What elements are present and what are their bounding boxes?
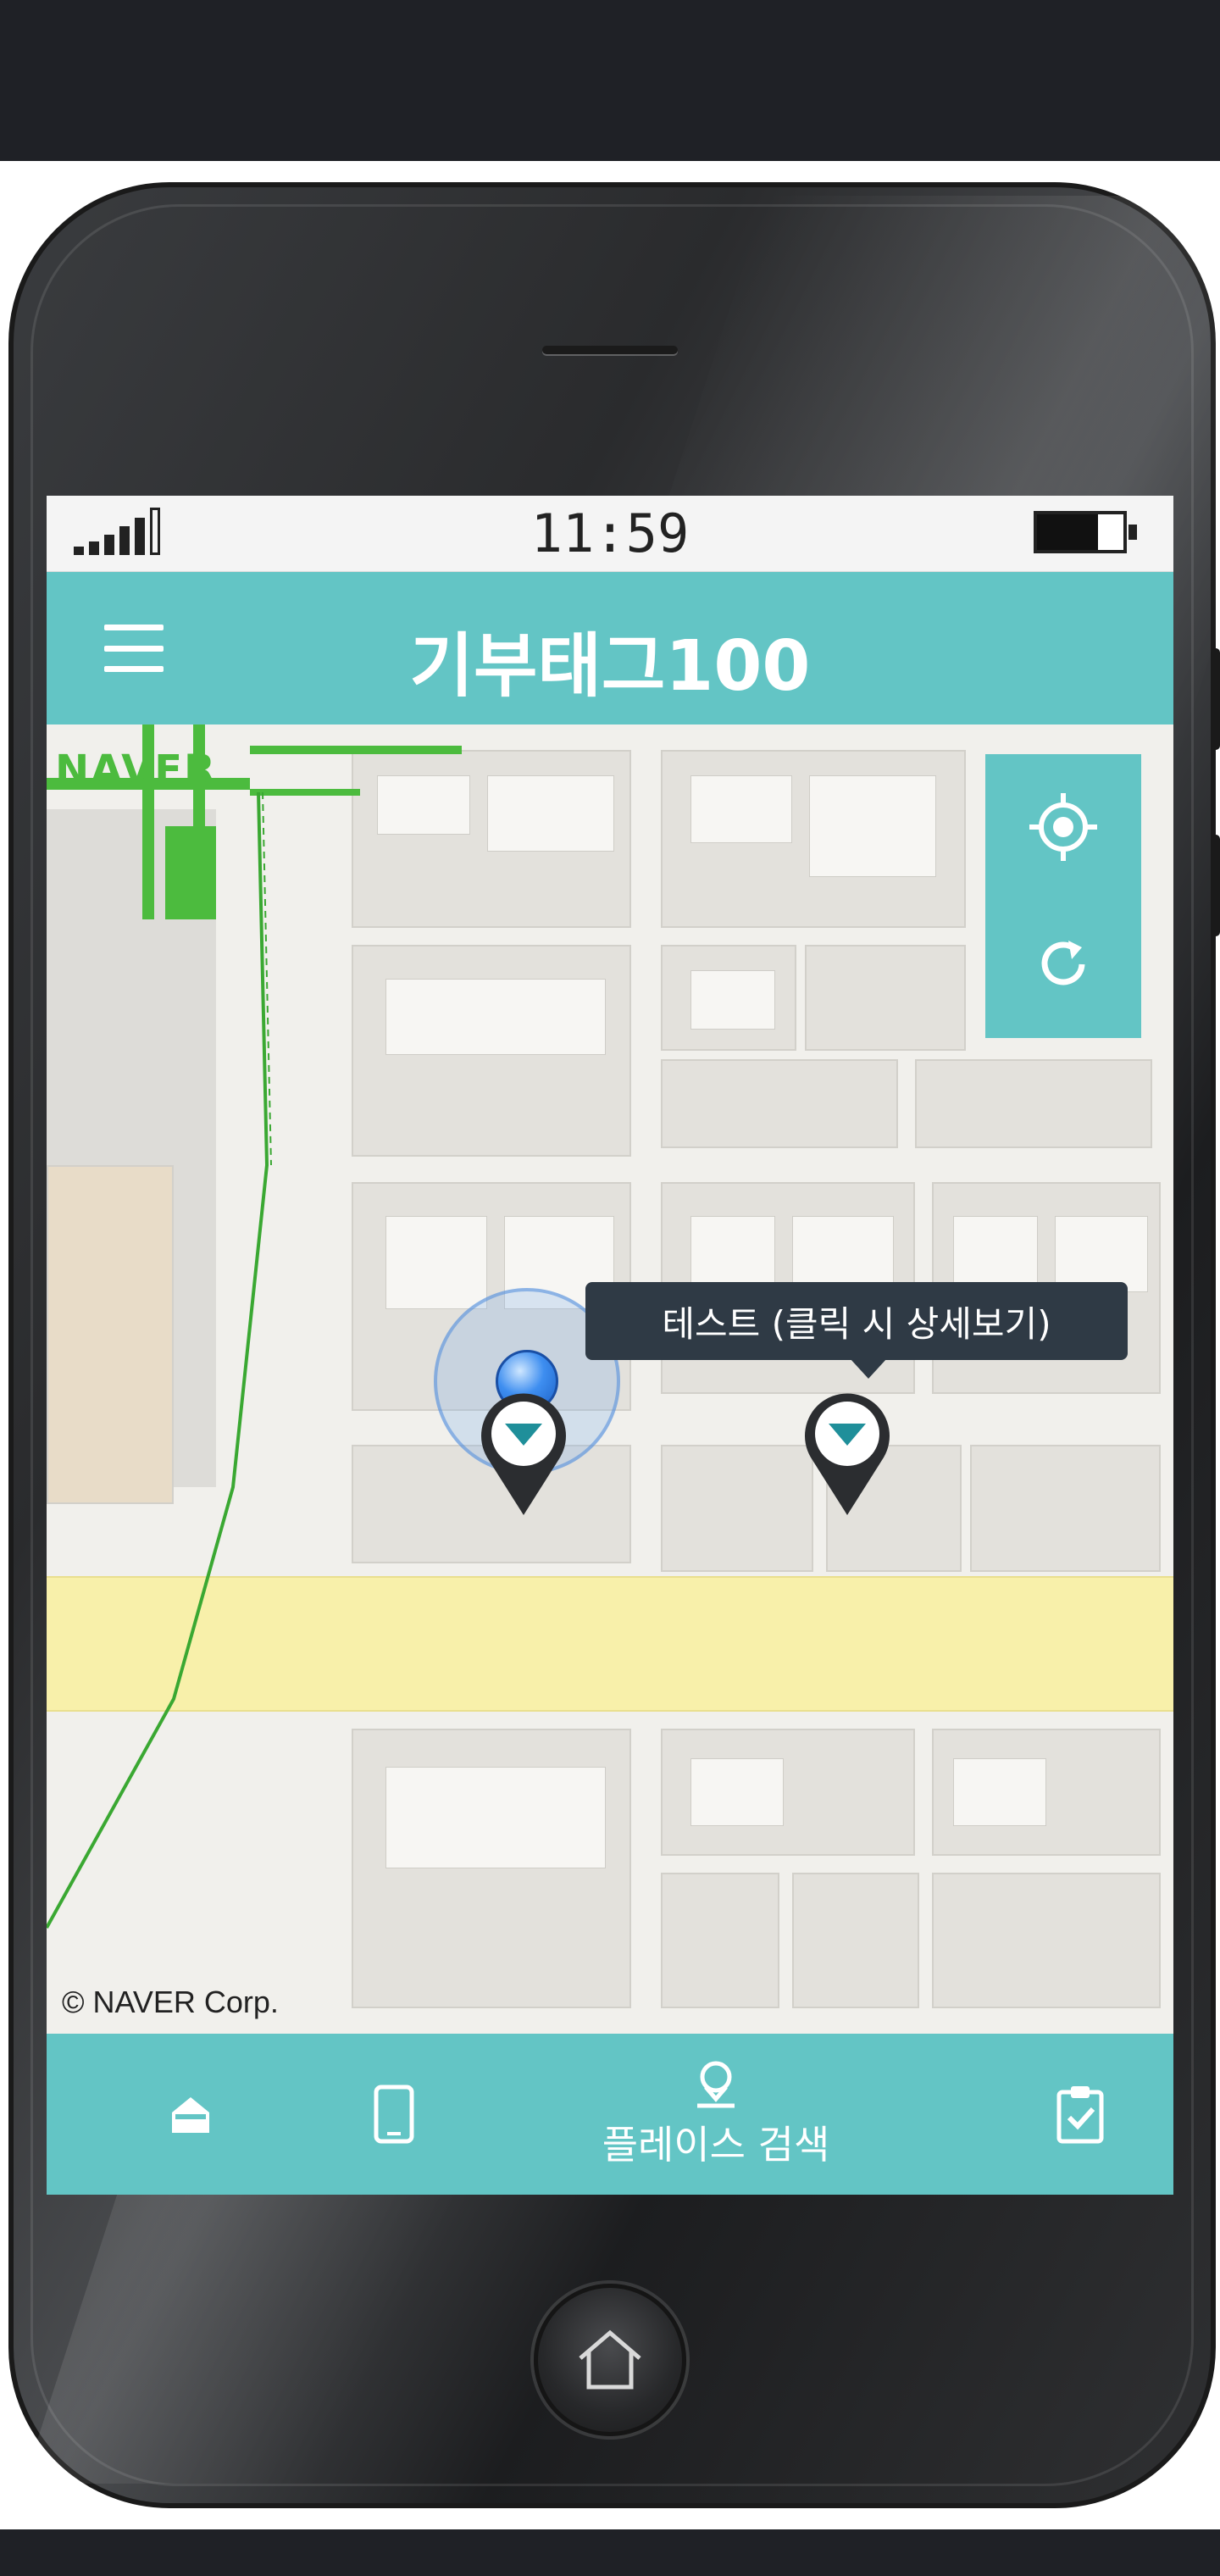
place-marker[interactable]	[792, 1390, 902, 1517]
phone-icon	[374, 2085, 414, 2144]
place-marker[interactable]	[469, 1390, 579, 1517]
earpiece-speaker	[542, 346, 678, 354]
clipboard-check-icon	[1056, 2086, 1104, 2144]
nav-home[interactable]	[97, 2034, 284, 2195]
nav-phone[interactable]	[301, 2034, 487, 2195]
map-pin-icon	[481, 1393, 566, 1515]
battery-icon	[1034, 511, 1137, 553]
device-home-button[interactable]	[534, 2284, 686, 2436]
volume-up-button	[1212, 648, 1220, 750]
map-credit: © NAVER Corp.	[62, 1985, 279, 2019]
current-location-button[interactable]	[985, 759, 1141, 895]
nav-place-search[interactable]: 플레이스 검색	[538, 2034, 894, 2195]
marker-tooltip[interactable]: 테스트 (클릭 시 상세보기)	[585, 1282, 1128, 1379]
map-controls	[985, 754, 1141, 1038]
volume-down-button	[1212, 835, 1220, 936]
top-dark-bar	[0, 0, 1220, 161]
status-bar: 11:59	[47, 496, 1173, 572]
app-bar: 기부태그100	[47, 572, 1173, 724]
map-pin-icon	[805, 1393, 890, 1515]
refresh-icon	[1041, 941, 1085, 985]
naver-logo: NAVER	[55, 747, 217, 794]
bottom-navigation: 플레이스 검색	[47, 2034, 1173, 2195]
nav-clipboard[interactable]	[1004, 2034, 1156, 2195]
map-view[interactable]: NAVER 테스트 (클릭 시 상세보기) © NAVER Corp.	[47, 724, 1173, 2034]
app-title: 기부태그100	[409, 626, 811, 707]
home-outline-icon	[579, 2329, 641, 2390]
refresh-button[interactable]	[985, 897, 1141, 1032]
nav-place-search-label: 플레이스 검색	[602, 2122, 830, 2168]
status-time: 11:59	[530, 502, 690, 564]
bottom-dark-bar	[0, 2529, 1220, 2576]
crosshair-icon	[1029, 793, 1097, 861]
home-icon	[172, 2097, 209, 2133]
location-pin-icon	[697, 2061, 735, 2108]
phone-screen: 11:59 기부태그100 NAVER 테스트 (클릭 시 상세보기) © NA…	[47, 496, 1173, 2195]
